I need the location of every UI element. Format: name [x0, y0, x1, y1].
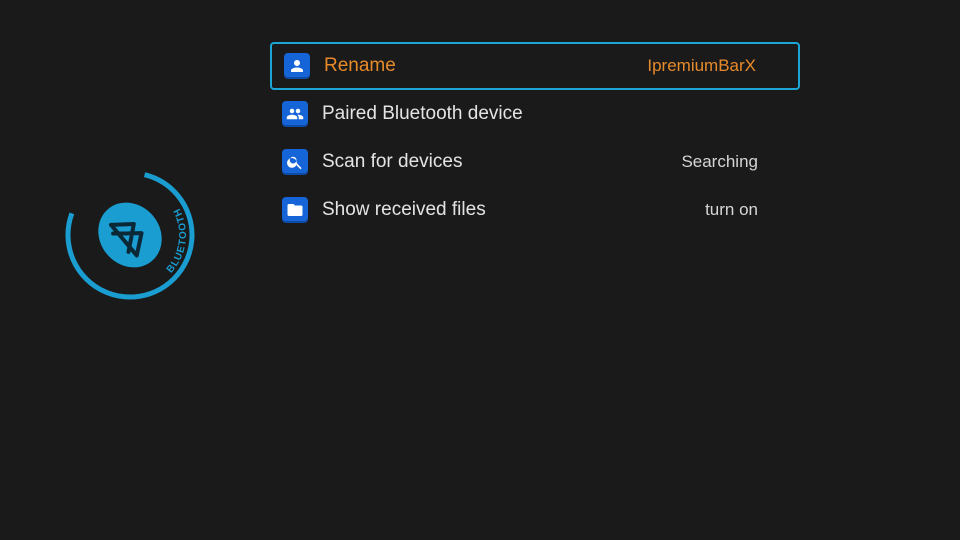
- menu-item-scan[interactable]: Scan for devices Searching: [270, 138, 800, 186]
- menu-item-label: Rename: [324, 55, 622, 77]
- menu-item-label: Show received files: [322, 199, 624, 221]
- menu-item-label: Scan for devices: [322, 151, 624, 173]
- menu-item-value: turn on: [638, 200, 788, 220]
- folder-icon: [282, 197, 308, 223]
- menu-item-paired[interactable]: Paired Bluetooth device: [270, 90, 800, 138]
- menu-item-value: IpremiumBarX: [636, 56, 786, 76]
- bluetooth-menu: Rename IpremiumBarX Paired Bluetooth dev…: [270, 42, 800, 234]
- search-icon: [282, 149, 308, 175]
- people-icon: [282, 101, 308, 127]
- bluetooth-sidebar: BLUETOOTH: [60, 165, 200, 305]
- menu-item-received-files[interactable]: Show received files turn on: [270, 186, 800, 234]
- menu-item-rename[interactable]: Rename IpremiumBarX: [270, 42, 800, 90]
- bluetooth-logo: BLUETOOTH: [60, 165, 200, 305]
- menu-item-value: Searching: [638, 152, 788, 172]
- person-icon: [284, 53, 310, 79]
- menu-item-label: Paired Bluetooth device: [322, 103, 624, 125]
